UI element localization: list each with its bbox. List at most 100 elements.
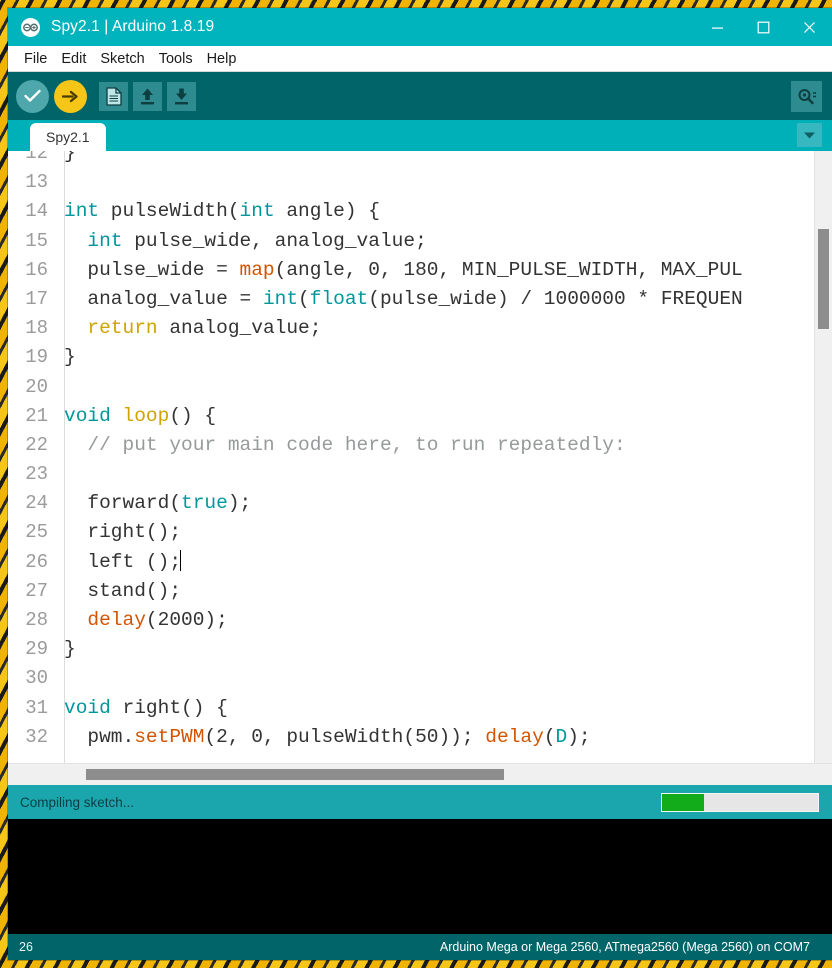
arduino-ide-window: Spy2.1 | Arduino 1.8.19 File Edit Sketch…	[8, 8, 832, 960]
vertical-scrollbar[interactable]	[814, 151, 832, 763]
code-line[interactable]: 26 left ();	[8, 548, 832, 577]
verify-button[interactable]	[16, 79, 49, 113]
line-text: int pulseWidth(int angle) {	[64, 200, 380, 223]
code-line[interactable]: 27 stand();	[8, 577, 832, 606]
window-controls	[694, 8, 832, 46]
line-number: 27	[25, 579, 48, 602]
tab-spy21[interactable]: Spy2.1	[30, 123, 106, 151]
line-number: 23	[25, 463, 48, 486]
line-number: 28	[25, 609, 48, 631]
code-line[interactable]: 16 pulse_wide = map(angle, 0, 180, MIN_P…	[8, 256, 832, 285]
new-sketch-button[interactable]	[99, 81, 128, 111]
line-number: 17	[25, 287, 48, 310]
code-line[interactable]: 22 // put your main code here, to run re…	[8, 431, 832, 460]
code-line[interactable]: 20	[8, 373, 832, 402]
arduino-infinity-icon	[21, 17, 40, 37]
code-line[interactable]: 25 right();	[8, 518, 832, 547]
new-file-icon	[105, 86, 122, 106]
menu-item-file[interactable]: File	[17, 47, 54, 71]
line-number: 22	[25, 433, 48, 456]
line-number: 31	[25, 696, 48, 719]
status-bar: 26 Arduino Mega or Mega 2560, ATmega2560…	[8, 934, 832, 960]
line-text: analog_value = int(float(pulse_wide) / 1…	[64, 287, 743, 310]
menu-item-sketch[interactable]: Sketch	[93, 47, 151, 71]
compile-status-text: Compiling sketch...	[20, 794, 135, 810]
line-text: left ();	[64, 549, 182, 573]
checkmark-icon	[24, 89, 41, 102]
code-line[interactable]: 32 pwm.setPWM(2, 0, pulseWidth(50)); del…	[8, 723, 832, 752]
line-text: right();	[64, 521, 182, 544]
menu-item-help[interactable]: Help	[200, 47, 244, 71]
code-editor[interactable]: 12} 13 14 int pulseWidth(int angle) { 15 int…	[8, 151, 832, 785]
line-number: 14	[25, 200, 48, 223]
line-text: forward(true);	[64, 492, 252, 515]
tab-strip: Spy2.1	[8, 120, 832, 151]
window-title: Spy2.1 | Arduino 1.8.19	[51, 18, 215, 35]
text-caret	[180, 549, 182, 571]
code-line[interactable]: 14 int pulseWidth(int angle) {	[8, 197, 832, 226]
open-sketch-button[interactable]	[133, 81, 162, 111]
line-text: }	[64, 346, 76, 369]
line-number: 18	[25, 317, 48, 340]
horizontal-scrollbar[interactable]	[8, 763, 832, 785]
menu-item-tools[interactable]: Tools	[152, 47, 200, 71]
line-text: }	[64, 151, 76, 164]
code-line[interactable]: 13	[8, 168, 832, 197]
code-line[interactable]: 23	[8, 460, 832, 489]
line-text: delay(2000);	[87, 609, 228, 631]
serial-monitor-button[interactable]	[791, 80, 822, 112]
upload-button[interactable]	[54, 79, 87, 113]
close-icon[interactable]	[786, 8, 832, 46]
code-line[interactable]: 15 int pulse_wide, analog_value;	[8, 227, 832, 256]
line-number: 29	[25, 638, 48, 661]
board-info-label: Arduino Mega or Mega 2560, ATmega2560 (M…	[439, 940, 810, 954]
line-text: pulse_wide = map(angle, 0, 180, MIN_PULS…	[64, 258, 743, 281]
line-number: 19	[25, 346, 48, 369]
maximize-icon[interactable]	[740, 8, 786, 46]
code-lines-container: 12} 13 14 int pulseWidth(int angle) { 15 int…	[8, 151, 832, 752]
line-text: void loop() {	[64, 404, 217, 427]
code-line[interactable]: 24 forward(true);	[8, 489, 832, 518]
toolbar	[8, 72, 832, 120]
tab-label: Spy2.1	[46, 129, 90, 145]
menu-item-edit[interactable]: Edit	[54, 47, 93, 71]
code-line[interactable]: 12}	[8, 151, 832, 168]
compile-progress-bar	[661, 792, 819, 812]
code-line[interactable]: 31 void right() {	[8, 694, 832, 723]
chevron-down-icon[interactable]	[797, 123, 822, 147]
line-number: 12	[25, 151, 48, 164]
line-text: void right() {	[64, 696, 228, 719]
minimize-icon[interactable]	[694, 8, 740, 46]
console-output[interactable]	[8, 819, 832, 934]
compile-status-bar: Compiling sketch...	[8, 785, 832, 819]
line-number: 15	[25, 229, 48, 252]
code-line[interactable]: 30	[8, 664, 832, 693]
menu-bar: File Edit Sketch Tools Help	[8, 46, 832, 72]
save-sketch-button[interactable]	[167, 81, 196, 111]
horizontal-scrollbar-thumb[interactable]	[86, 769, 504, 780]
code-line[interactable]: 17 analog_value = int(float(pulse_wide) …	[8, 285, 832, 314]
line-number: 26	[25, 550, 48, 573]
line-text: pwm.setPWM(2, 0, pulseWidth(50)); delay(…	[64, 725, 591, 748]
code-line[interactable]: 29}	[8, 635, 832, 664]
up-arrow-icon	[141, 88, 154, 104]
line-number: 16	[25, 258, 48, 281]
line-text: // put your main code here, to run repea…	[64, 433, 626, 456]
code-line[interactable]: 21 void loop() {	[8, 402, 832, 431]
code-line[interactable]: 28 delay(2000);	[8, 606, 832, 635]
code-viewport[interactable]: 12} 13 14 int pulseWidth(int angle) { 15 int…	[8, 151, 832, 763]
line-number: 13	[25, 171, 48, 194]
vertical-scrollbar-thumb[interactable]	[818, 229, 829, 329]
line-number: 32	[25, 725, 48, 748]
title-bar: Spy2.1 | Arduino 1.8.19	[8, 8, 832, 46]
line-number: 30	[25, 667, 48, 690]
compile-progress-fill	[662, 793, 705, 811]
cursor-line-number: 26	[19, 940, 33, 954]
line-text: return analog_value;	[87, 317, 322, 340]
magnifier-icon	[798, 88, 816, 104]
line-number: 25	[25, 521, 48, 544]
line-number: 21	[25, 404, 48, 427]
code-line[interactable]: 18 return analog_value;	[8, 314, 832, 343]
line-text: int pulse_wide, analog_value;	[87, 229, 427, 252]
code-line[interactable]: 19}	[8, 343, 832, 372]
